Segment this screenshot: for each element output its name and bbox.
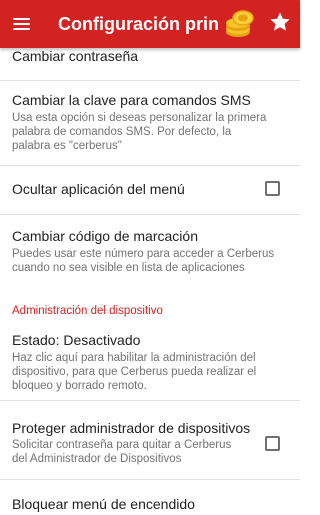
item-subtitle: Puedes usar este número para acceder a C… (12, 248, 275, 260)
app-bar: Configuración prin (0, 0, 300, 48)
change-sms-key-item[interactable]: Cambiar la clave para comandos SMS Usa e… (0, 81, 300, 165)
item-subtitle: Haz clic aquí para habilitar la administ… (12, 352, 256, 364)
hide-app-checkbox[interactable] (265, 181, 280, 196)
item-title: Ocultar aplicación del menú (12, 181, 185, 197)
star-icon[interactable] (268, 10, 292, 34)
change-password-item[interactable]: Cambiar contraseña (0, 48, 300, 80)
item-title: Proteger administrador de dispositivos (12, 420, 251, 436)
item-subtitle: cuando no sea visible en lista de aplica… (12, 262, 245, 274)
hide-app-item[interactable]: Ocultar aplicación del menú (0, 166, 300, 214)
coins-icon[interactable] (224, 9, 256, 39)
item-title: Cambiar contraseña (12, 48, 139, 64)
item-subtitle: dispositivo, para que Cerberus pueda rea… (12, 366, 257, 378)
menu-icon[interactable] (10, 12, 34, 36)
change-dial-code-item[interactable]: Cambiar código de marcación Puedes usar … (0, 215, 300, 287)
item-subtitle: palabra de comandos SMS. Por defecto, la (12, 126, 232, 138)
device-admin-status-item[interactable]: Estado: Desactivado Haz clic aquí para h… (0, 320, 300, 400)
item-subtitle: Usa esta opción si deseas personalizar l… (12, 112, 267, 124)
protect-admin-checkbox[interactable] (265, 436, 280, 451)
item-title: Estado: Desactivado (12, 332, 141, 348)
page-title: Configuración prin (58, 14, 219, 34)
protect-device-admin-item[interactable]: Proteger administrador de dispositivos S… (0, 401, 300, 469)
item-subtitle: palabra es "cerberus" (12, 140, 122, 152)
item-subtitle: bloqueo y borrado remoto. (12, 380, 147, 392)
item-title: Cambiar código de marcación (12, 228, 198, 244)
item-title: Cambiar la clave para comandos SMS (12, 92, 251, 108)
item-subtitle: del Administrador de Dispositivos (12, 453, 182, 465)
section-header: Administración del dispositivo (12, 305, 163, 317)
lock-power-menu-item[interactable]: Bloquear menú de encendido (0, 480, 300, 515)
item-subtitle: Solicitar contraseña para quitar a Cerbe… (12, 439, 232, 451)
item-title: Bloquear menú de encendido (12, 496, 195, 512)
